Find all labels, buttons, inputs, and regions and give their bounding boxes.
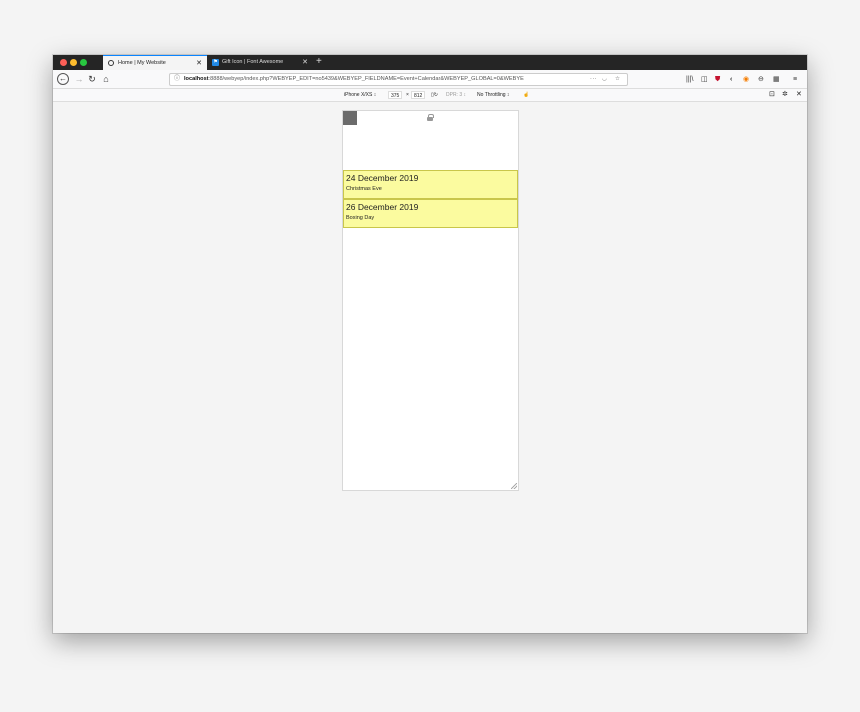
device-selector[interactable]: iPhone X/XS ↕ — [344, 89, 376, 101]
tab-label: Gift Icon | Font Awesome — [222, 59, 284, 65]
event-name: Boxing Day — [346, 215, 375, 221]
event-name: Christmas Eve — [346, 186, 382, 192]
edit-toggle-button[interactable] — [343, 111, 357, 125]
info-icon[interactable]: ⓘ — [174, 74, 180, 85]
tab-label: Home | My Website — [118, 60, 166, 66]
back-button[interactable]: ← — [57, 73, 69, 85]
globe-icon — [108, 60, 115, 67]
screenshot-icon[interactable]: ⊡ — [769, 89, 775, 101]
settings-icon[interactable]: ✲ — [782, 89, 788, 101]
close-icon[interactable]: ✕ — [796, 89, 802, 101]
home-button[interactable]: ⌂ — [101, 70, 111, 89]
account-icon[interactable]: ⊖ — [758, 70, 764, 89]
mobile-viewport: 24 December 2019 Christmas Eve 26 Decemb… — [342, 110, 519, 491]
responsive-design-toolbar: iPhone X/XS ↕ 375 × 812 ▯↻ DPR: 3 ↕ No T… — [53, 89, 807, 102]
lock-icon[interactable] — [427, 114, 434, 121]
window-minimize-button[interactable] — [70, 59, 77, 66]
window-close-button[interactable] — [60, 59, 67, 66]
grid-icon[interactable]: ▦ — [773, 70, 780, 89]
navigation-bar: ← → ↻ ⌂ ⓘ localhost:8888/webyep/index.ph… — [53, 70, 807, 89]
library-icon[interactable]: |||\ — [686, 70, 693, 89]
close-icon[interactable]: ✕ — [196, 56, 202, 71]
font-awesome-icon: ⚑ — [212, 59, 219, 66]
event-date: 24 December 2019 — [346, 173, 419, 183]
throttling-selector[interactable]: No Throttling ↕ — [477, 89, 509, 101]
close-icon[interactable]: ✕ — [302, 55, 308, 70]
dpr-selector[interactable]: DPR: 3 ↕ — [446, 89, 466, 101]
browser-window: Home | My Website ✕ ⚑ Gift Icon | Font A… — [53, 55, 807, 633]
menu-icon[interactable]: ≡ — [793, 70, 797, 89]
ublock-icon[interactable]: ⛊ — [715, 70, 720, 89]
url-text[interactable]: localhost:8888/webyep/index.php?WEBYEP_E… — [184, 74, 584, 85]
tab-font-awesome[interactable]: ⚑ Gift Icon | Font Awesome ✕ — [207, 55, 313, 70]
bookmark-star-icon[interactable]: ☆ — [615, 74, 620, 85]
pocket-icon[interactable]: ◡ — [602, 74, 607, 85]
event-item[interactable]: 24 December 2019 Christmas Eve — [343, 170, 518, 199]
event-date: 26 December 2019 — [346, 202, 419, 212]
sidebar-icon[interactable]: ◫ — [701, 70, 708, 89]
viewport-height-input[interactable]: 812 — [411, 91, 426, 99]
window-maximize-button[interactable] — [80, 59, 87, 66]
extension-icon[interactable]: ◉ — [743, 70, 749, 89]
touch-simulation-icon[interactable]: ☝ — [523, 89, 529, 101]
tab-home[interactable]: Home | My Website ✕ — [103, 55, 207, 70]
tab-bar: Home | My Website ✕ ⚑ Gift Icon | Font A… — [53, 55, 807, 70]
times-sign: × — [406, 92, 409, 98]
reload-button[interactable]: ↻ — [87, 70, 97, 89]
event-item[interactable]: 26 December 2019 Boxing Day — [343, 199, 518, 228]
rotate-icon[interactable]: ▯↻ — [431, 89, 438, 101]
page-actions-button[interactable]: ··· — [590, 74, 597, 85]
viewport-width-input[interactable]: 375 — [388, 91, 403, 99]
resize-handle[interactable] — [511, 483, 517, 489]
address-bar[interactable]: ⓘ localhost:8888/webyep/index.php?WEBYEP… — [169, 73, 628, 86]
forward-button[interactable]: → — [74, 70, 84, 89]
new-tab-button[interactable]: + — [316, 55, 322, 69]
chevron-left-icon[interactable]: ‹ — [730, 70, 732, 89]
